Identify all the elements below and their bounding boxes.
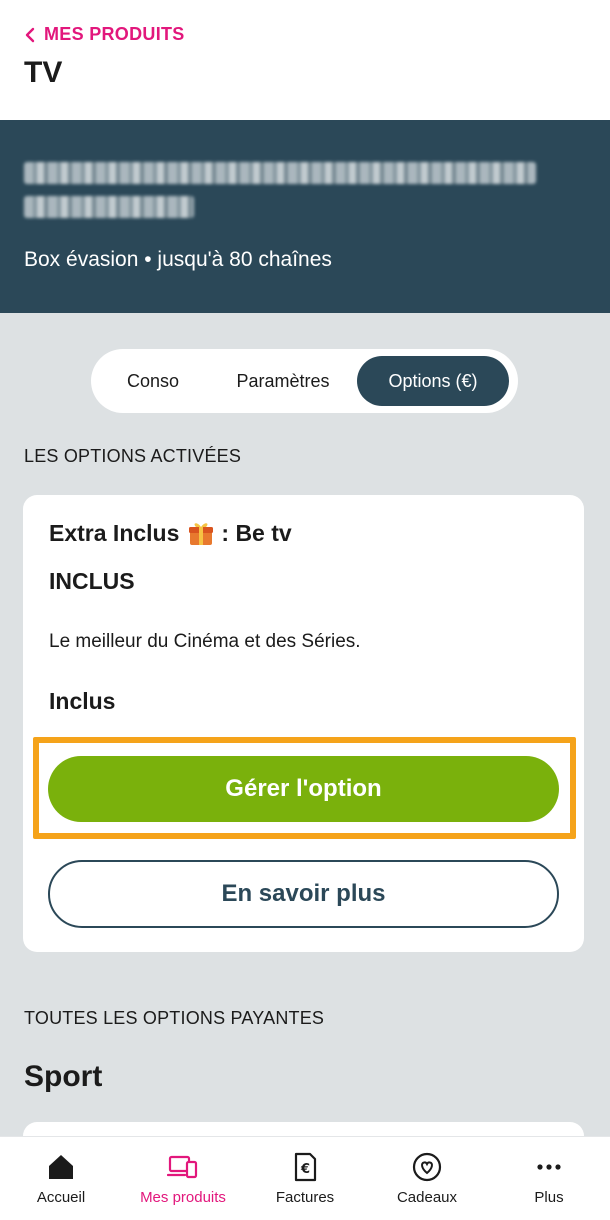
learn-more-button[interactable]: En savoir plus (48, 860, 559, 928)
nav-item-accueil[interactable]: Accueil (0, 1137, 122, 1220)
option-title-suffix: : Be tv (221, 519, 292, 546)
nav-label-mes-produits: Mes produits (140, 1189, 226, 1206)
nav-item-mes-produits[interactable]: Mes produits (122, 1137, 244, 1220)
option-title-prefix: Extra Inclus (49, 519, 180, 546)
tab-parametres[interactable]: Paramètres (209, 356, 357, 406)
invoice-euro-icon: € (294, 1152, 317, 1182)
redacted-address-line2 (24, 196, 194, 218)
category-title: Sport (24, 1060, 103, 1093)
nav-label-plus: Plus (534, 1189, 564, 1206)
option-description: Le meilleur du Cinéma et des Séries. (49, 631, 361, 652)
back-link[interactable]: MES PRODUITS (24, 24, 185, 45)
option-price: Inclus (49, 688, 116, 714)
section-title-paid-options: TOUTES LES OPTIONS PAYANTES (24, 1008, 325, 1028)
gift-icon (189, 523, 214, 545)
plan-description: Box évasion • jusqu'à 80 chaînes (24, 248, 332, 271)
nav-item-factures[interactable]: € Factures (244, 1137, 366, 1220)
manage-option-button[interactable]: Gérer l'option (48, 756, 559, 822)
nav-label-accueil: Accueil (36, 1189, 86, 1206)
svg-text:€: € (300, 1162, 310, 1177)
section-title-activated: LES OPTIONS ACTIVÉES (24, 446, 242, 466)
segmented-tabs: Conso Paramètres Options (€) (91, 349, 518, 413)
page-header: MES PRODUITS TV (0, 0, 610, 120)
home-icon (49, 1155, 73, 1179)
chevron-left-icon (25, 27, 35, 42)
tab-options[interactable]: Options (€) (357, 356, 509, 406)
option-title: Extra Inclus : Be tv (49, 519, 292, 547)
nav-label-factures: Factures (275, 1189, 335, 1206)
bottom-navigation: Accueil Mes produits € Factures Cadeaux … (0, 1136, 610, 1220)
more-dots-icon (537, 1164, 561, 1170)
page-title: TV (24, 56, 63, 89)
heart-badge-icon (412, 1152, 442, 1182)
nav-label-cadeaux: Cadeaux (396, 1189, 458, 1206)
nav-item-plus[interactable]: Plus (488, 1137, 610, 1220)
tab-conso[interactable]: Conso (97, 356, 209, 406)
option-status: INCLUS (49, 568, 135, 594)
redacted-address (24, 162, 536, 184)
nav-item-cadeaux[interactable]: Cadeaux (366, 1137, 488, 1220)
devices-icon (167, 1155, 198, 1179)
back-link-label: MES PRODUITS (44, 24, 185, 44)
product-banner: Box évasion • jusqu'à 80 chaînes (0, 120, 610, 313)
